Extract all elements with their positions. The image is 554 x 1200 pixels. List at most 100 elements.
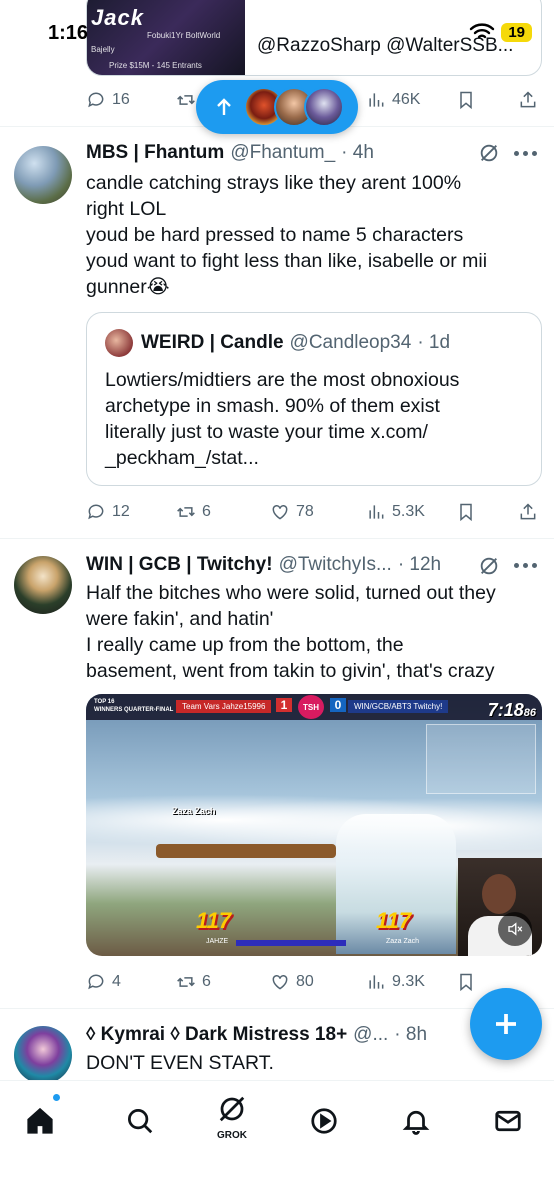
timestamp[interactable]: · 4h (341, 142, 374, 164)
views-button[interactable]: 5.3K (366, 502, 425, 522)
grok-icon (219, 1096, 245, 1122)
views-count: 46K (392, 91, 421, 108)
tweet-line: right LOL (86, 198, 167, 220)
quote-timestamp: · 1d (417, 332, 451, 353)
fighter-name-tag: Zaza Zach (172, 806, 216, 816)
video-clouds (86, 790, 542, 850)
more-options-icon[interactable] (514, 148, 540, 158)
display-name[interactable]: MBS | Fhantum (86, 142, 224, 164)
video-player[interactable]: TOP 16 WINNERS QUARTER-FINAL Team Vars J… (86, 694, 542, 956)
tab-search[interactable] (120, 1101, 160, 1141)
reply-button[interactable]: 4 (86, 972, 121, 992)
tab-grok-label: GROK (217, 1130, 247, 1141)
battery-level: 19 (501, 22, 532, 42)
repost-icon (177, 507, 195, 517)
tweet-line: candle catching strays like they arent 1… (86, 172, 462, 194)
repost-button[interactable]: 6 (176, 502, 211, 522)
quote-line: Lowtiers/midtiers are the most obnoxious (105, 369, 460, 391)
views-icon (369, 93, 384, 107)
tweet-line: DON'T EVEN START. (86, 1052, 274, 1074)
timestamp[interactable]: · 8h (394, 1024, 427, 1046)
bookmark-button[interactable] (456, 972, 476, 992)
link-preview-thumbnail: Jack Fobuki1Yr BoltWorld Bajelly Prize $… (87, 0, 245, 75)
avatar[interactable] (14, 146, 72, 204)
share-icon (520, 91, 536, 108)
thumbnail-prize: Prize $15M - 145 Entrants (109, 61, 202, 70)
player-2-damage: 117 (376, 908, 412, 933)
quote-line: archetype in smash. 90% of them exist (105, 395, 440, 417)
tab-messages[interactable] (488, 1101, 528, 1141)
tab-grok[interactable] (212, 1089, 252, 1129)
reply-count: 16 (112, 91, 130, 108)
status-time: 1:16 (48, 22, 89, 44)
video-scoreboard: TOP 16 WINNERS QUARTER-FINAL Team Vars J… (86, 694, 542, 720)
tweet-line: Half the bitches who were solid, turned … (86, 582, 496, 604)
user-handle[interactable]: @Fhantum_ (230, 142, 335, 164)
quote-line: literally just to waste your time x.com/ (105, 421, 428, 443)
display-name[interactable]: WIN | GCB | Twitchy! (86, 554, 273, 576)
grok-icon[interactable] (478, 555, 500, 577)
reply-button[interactable]: 12 (86, 502, 130, 522)
match-timer: 7:1886 (488, 700, 536, 721)
reply-button[interactable]: 16 (86, 90, 130, 110)
views-button[interactable]: 46K (366, 90, 420, 110)
tweet-line: were fakin', and hatin' (86, 608, 274, 630)
share-button[interactable] (518, 90, 538, 110)
more-options-icon[interactable] (514, 560, 540, 570)
heart-icon (272, 974, 288, 990)
avatar[interactable] (14, 1026, 72, 1080)
tab-notifications[interactable] (396, 1101, 436, 1141)
like-button[interactable]: 78 (270, 502, 314, 522)
bookmark-button[interactable] (456, 502, 476, 522)
player-2-name: Zaza Zach (386, 938, 420, 945)
video-minimap (426, 724, 536, 794)
player-1-score: 1 (276, 698, 292, 712)
quote-line: _peckham_/stat... (105, 447, 259, 469)
tweet-line: basement, went from takin to givin', tha… (86, 660, 495, 682)
new-post-avatar (304, 87, 344, 127)
quote-text: Lowtiers/midtiers are the most obnoxious… (105, 367, 525, 471)
player-1-name: JAHZE (206, 938, 229, 945)
status-indicators: 19 (469, 22, 532, 42)
repost-button[interactable] (176, 90, 196, 110)
compose-button[interactable] (470, 988, 542, 1060)
user-handle[interactable]: @... (353, 1024, 388, 1046)
tweet-divider (0, 1008, 554, 1009)
timeline-feed[interactable]: Jack Fobuki1Yr BoltWorld Bajelly Prize $… (0, 0, 554, 1080)
home-icon (27, 1107, 53, 1134)
bookmark-icon (460, 973, 472, 992)
tweet-actions: 4 6 80 9.3K (86, 970, 546, 994)
tweet-line: gunner😭 (86, 276, 170, 298)
new-posts-pill[interactable] (196, 80, 358, 134)
repost-count: 6 (202, 973, 211, 990)
bookmark-button[interactable] (456, 90, 476, 110)
views-icon (369, 975, 384, 989)
repost-button[interactable]: 6 (176, 972, 211, 992)
views-count: 9.3K (392, 973, 425, 990)
bookmark-icon (460, 91, 472, 110)
tweet-header: WIN | GCB | Twitchy! @TwitchyIs... · 12h (86, 554, 441, 576)
player-2-tag: WIN/GCB/ABT3 Twitchy! (348, 700, 449, 713)
tab-videos[interactable] (304, 1101, 344, 1141)
grok-icon[interactable] (478, 142, 500, 164)
timestamp[interactable]: · 12h (398, 554, 441, 576)
views-button[interactable]: 9.3K (366, 972, 425, 992)
like-button[interactable]: 80 (270, 972, 314, 992)
thumbnail-players: Fobuki1Yr BoltWorld (147, 31, 221, 40)
wifi-icon (470, 23, 495, 39)
display-name[interactable]: ◊ Kymrai ◊ Dark Mistress 18+ (86, 1024, 347, 1046)
avatar[interactable] (14, 556, 72, 614)
player-1-damage: 117 (196, 908, 232, 933)
user-handle[interactable]: @TwitchyIs... (279, 554, 392, 576)
quote-user-handle: @Candleop34 (289, 332, 412, 353)
reply-icon (88, 974, 104, 990)
bottom-tab-bar: GROK (0, 1080, 554, 1200)
quoted-tweet[interactable]: WEIRD | Candle @Candleop34 · 1d Lowtiers… (86, 312, 542, 486)
reply-count: 12 (112, 503, 130, 520)
repost-icon (177, 977, 195, 987)
player-2-score: 0 (330, 698, 346, 712)
bookmark-icon (460, 503, 472, 522)
mute-button[interactable] (498, 912, 532, 946)
share-button[interactable] (518, 502, 538, 522)
tab-home[interactable] (20, 1101, 60, 1141)
